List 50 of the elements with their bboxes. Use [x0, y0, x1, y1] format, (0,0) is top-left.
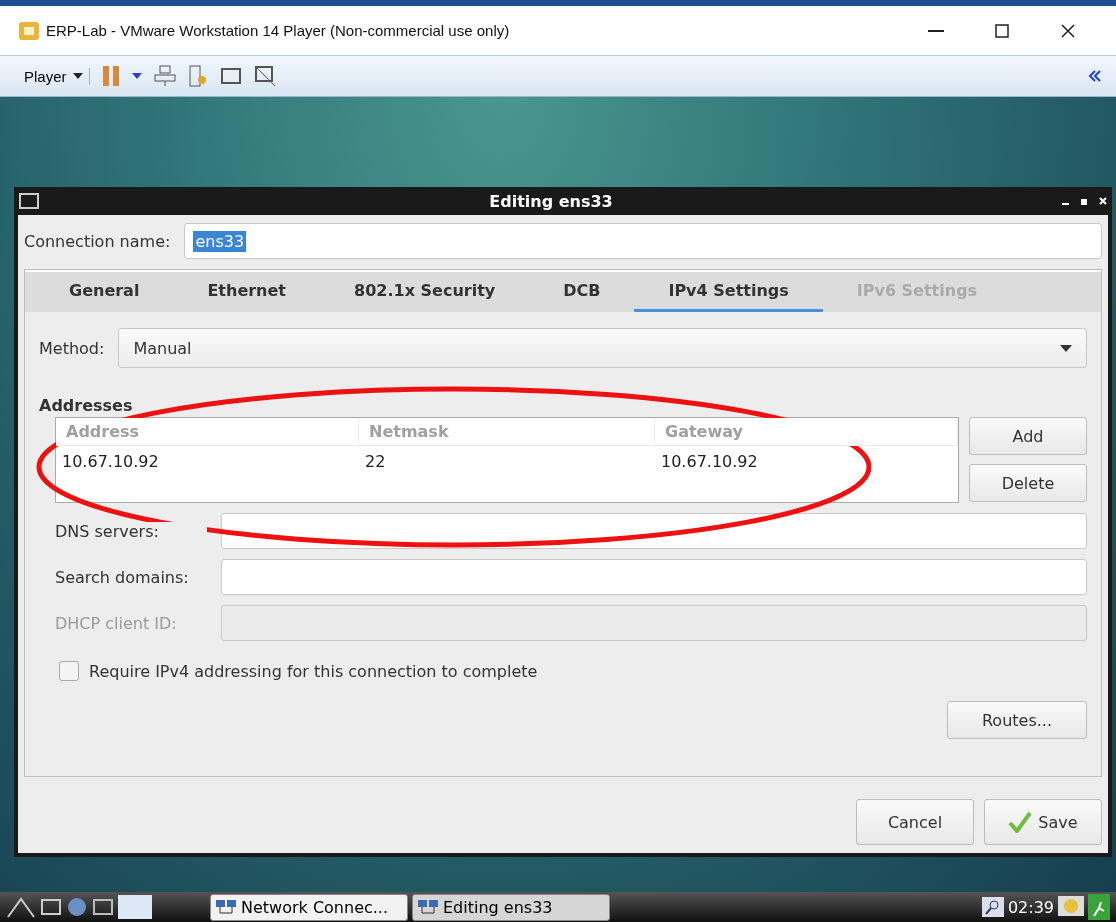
- minimize-icon[interactable]: [928, 29, 944, 32]
- section-heading: Addresses: [39, 396, 134, 415]
- fullscreen-icon[interactable]: [219, 66, 242, 86]
- connection-name-field[interactable]: ens33: [184, 223, 1102, 259]
- file-manager-icon[interactable]: [40, 897, 62, 917]
- input-field[interactable]: [221, 605, 1087, 641]
- input-field[interactable]: [221, 513, 1087, 549]
- taskbar-item[interactable]: Editing ens33: [412, 893, 610, 921]
- caret-icon: [72, 73, 83, 79]
- selected-text: ens33: [193, 230, 247, 252]
- table-button[interactable]: Add: [969, 417, 1087, 455]
- window-title: ERP-Lab - VMware Workstation 14 Player (Non-commercial use only): [46, 22, 511, 39]
- routes-button[interactable]: Routes...: [947, 701, 1087, 739]
- checkbox[interactable]: [59, 661, 79, 681]
- globe-icon[interactable]: [66, 896, 88, 918]
- start-icon[interactable]: [6, 896, 36, 918]
- tab[interactable]: DCB: [529, 272, 635, 312]
- window-controls-icon[interactable]: [1062, 197, 1108, 205]
- dialog-title: Editing ens33: [488, 191, 614, 211]
- network-icon: [417, 899, 439, 915]
- player-menu[interactable]: Player: [14, 67, 90, 85]
- field-label: Method:: [39, 338, 105, 358]
- method-dropdown[interactable]: Manual: [118, 328, 1087, 368]
- field-label: Connection name:: [24, 231, 171, 251]
- notification-icon[interactable]: [1058, 896, 1084, 918]
- tab[interactable]: 802.1x Security: [320, 272, 530, 312]
- table-cell-text: 10.67.10.92: [660, 451, 759, 473]
- search-icon[interactable]: [981, 897, 1004, 917]
- taskbar-item[interactable]: Network Connec...: [210, 893, 408, 921]
- checkmark-icon: [1008, 811, 1033, 833]
- caret-icon: [1060, 344, 1072, 352]
- table-button[interactable]: Delete: [969, 464, 1087, 502]
- collapse-icon[interactable]: [1088, 70, 1102, 82]
- app-icon: [18, 20, 40, 41]
- windows-icon[interactable]: [92, 897, 114, 917]
- input-field[interactable]: [221, 559, 1087, 595]
- table-cell-text: 22: [364, 451, 387, 473]
- maximize-icon[interactable]: [995, 23, 1009, 38]
- tab[interactable]: Ethernet: [173, 272, 320, 312]
- save-button[interactable]: Save: [984, 799, 1102, 845]
- cancel-button[interactable]: Cancel: [856, 799, 974, 845]
- network-icon: [215, 899, 237, 915]
- window-icon: [18, 191, 40, 211]
- checkbox-label: Require IPv4 addressing for this connection to complete: [89, 661, 538, 681]
- close-icon[interactable]: [1061, 23, 1075, 38]
- table-cell-text: 10.67.10.92: [61, 451, 160, 473]
- tab[interactable]: General: [35, 272, 174, 312]
- clock: 02:39: [1007, 897, 1054, 917]
- unity-icon[interactable]: [253, 65, 276, 87]
- caret-icon[interactable]: [131, 73, 142, 79]
